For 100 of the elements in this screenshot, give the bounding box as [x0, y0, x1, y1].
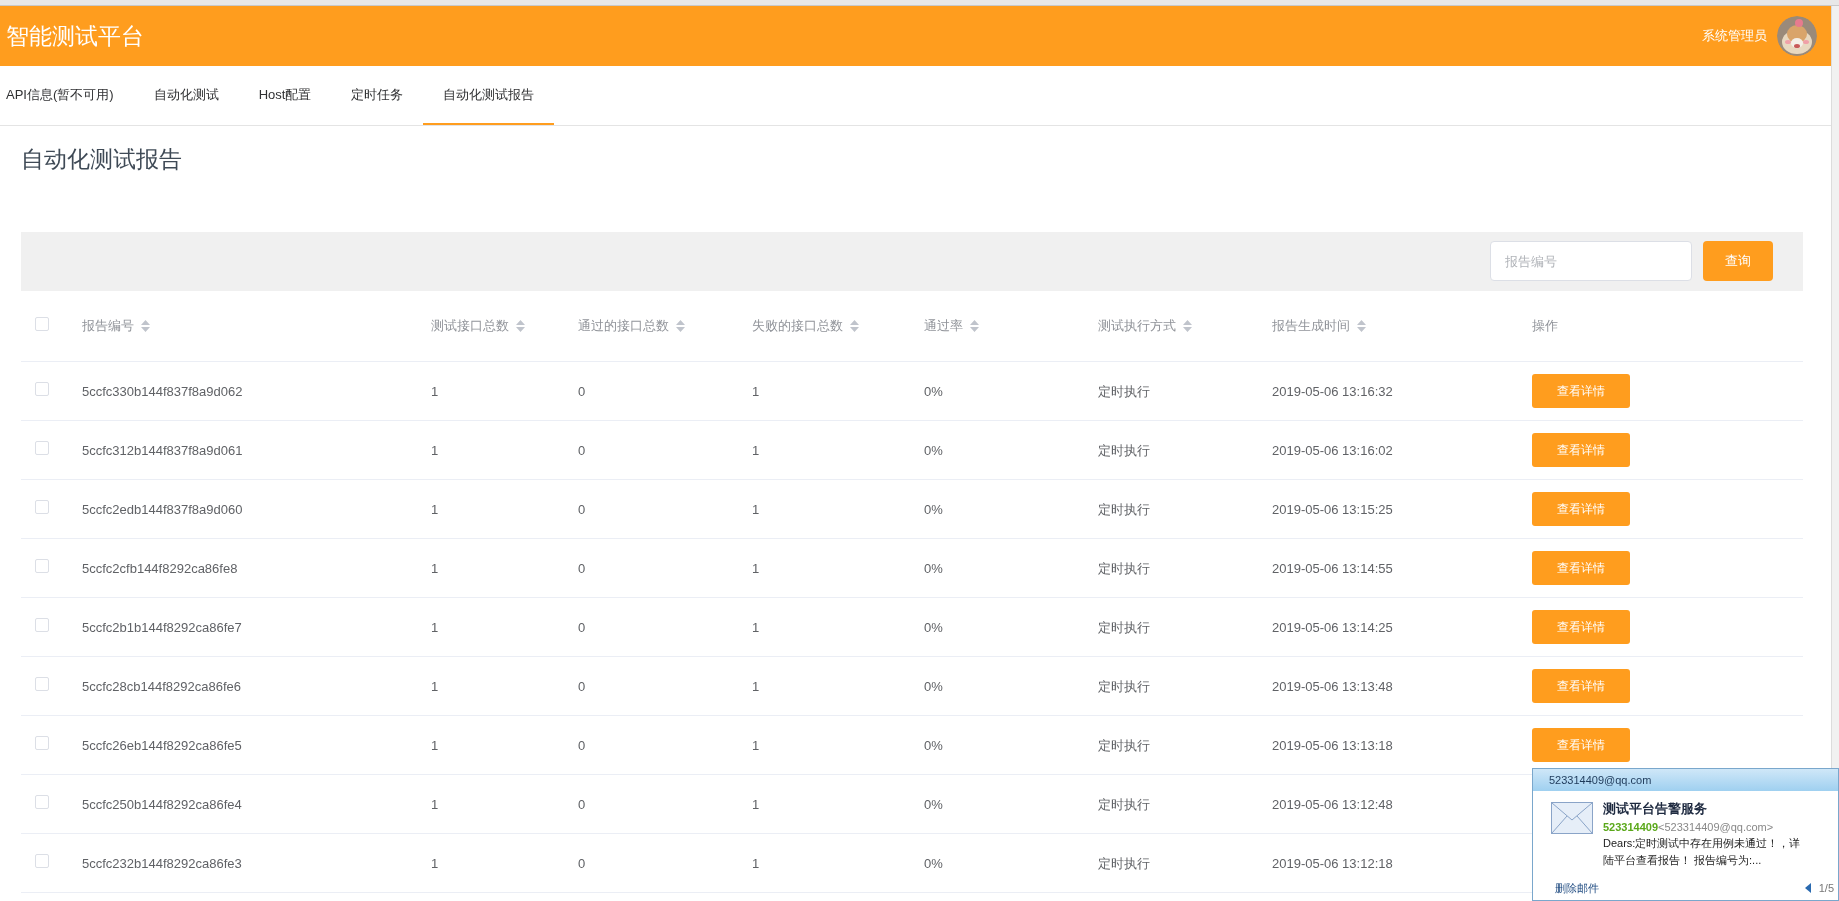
row-checkbox[interactable]: [35, 499, 49, 514]
table-cell: 0: [578, 501, 586, 517]
mail-subject: 测试平台告警服务: [1603, 800, 1708, 818]
view-details-button[interactable]: 查看详情: [1532, 432, 1630, 467]
sort-icon[interactable]: [970, 319, 979, 332]
delete-mail-link[interactable]: 删除邮件: [1555, 879, 1599, 897]
search-button[interactable]: 查询: [1703, 241, 1773, 281]
table-cell: 定时执行: [1098, 619, 1150, 635]
table-cell: 1: [431, 737, 439, 753]
row-checkbox[interactable]: [35, 440, 49, 455]
nav-tab[interactable]: 定时任务: [331, 66, 424, 125]
table-cell: 1: [752, 442, 760, 458]
account-label: 523314409@qq.com: [1549, 772, 1652, 788]
table-cell: 1: [431, 678, 439, 694]
table-cell: 1: [431, 442, 439, 458]
column-header[interactable]: 报告编号: [82, 315, 150, 336]
table-cell: 0: [578, 737, 586, 753]
view-details-button[interactable]: 查看详情: [1532, 727, 1630, 762]
row-checkbox[interactable]: [35, 617, 49, 632]
envelope-icon: [1551, 802, 1593, 834]
row-checkbox[interactable]: [35, 316, 49, 331]
column-header[interactable]: 测试执行方式: [1098, 315, 1192, 336]
table-cell: 0%: [924, 501, 943, 517]
table-cell: 5ccfc2cfb144f8292ca86fe8: [82, 560, 238, 576]
column-header[interactable]: 通过的接口总数: [578, 315, 685, 336]
table-cell: 5ccfc26eb144f8292ca86fe5: [82, 737, 242, 753]
view-details-button[interactable]: 查看详情: [1532, 491, 1630, 526]
row-checkbox[interactable]: [35, 558, 49, 573]
row-checkbox[interactable]: [35, 381, 49, 396]
nav-tab[interactable]: 自动化测试报告: [423, 66, 555, 125]
table-cell: 1: [752, 737, 760, 753]
sort-icon[interactable]: [1183, 319, 1192, 332]
previous-icon[interactable]: [1804, 883, 1811, 893]
view-details-button[interactable]: 查看详情: [1532, 609, 1630, 644]
table-cell: 定时执行: [1098, 442, 1150, 458]
column-header[interactable]: 通过率: [924, 315, 979, 336]
sort-icon[interactable]: [516, 319, 525, 332]
sort-icon[interactable]: [141, 319, 150, 332]
column-header[interactable]: 报告生成时间: [1272, 315, 1366, 336]
table-cell: 0: [578, 560, 586, 576]
table-cell: 定时执行: [1098, 678, 1150, 694]
table-cell: 5ccfc330b144f837f8a9d062: [82, 383, 243, 399]
table-cell: 2019-05-06 13:16:32: [1272, 383, 1393, 399]
table-cell: 1: [752, 501, 760, 517]
mail-preview-line: 陆平台查看报告！ 报告编号为:...: [1603, 853, 1763, 868]
table-cell: 0%: [924, 737, 943, 753]
table-cell: 0: [578, 855, 586, 871]
table-cell: 定时执行: [1098, 560, 1150, 576]
table-cell: 1: [752, 796, 760, 812]
table-cell: 2019-05-06 13:13:18: [1272, 737, 1393, 753]
table-cell: 1: [752, 383, 760, 399]
table-cell: 0%: [924, 383, 943, 399]
table-cell: 2019-05-06 13:14:55: [1272, 560, 1393, 576]
table-cell: 定时执行: [1098, 855, 1150, 871]
table-cell: 2019-05-06 13:15:25: [1272, 501, 1393, 517]
table-cell: 2019-05-06 13:12:48: [1272, 796, 1393, 812]
sort-icon[interactable]: [1357, 319, 1366, 332]
search-field[interactable]: 报告编号: [1490, 241, 1692, 281]
table-cell: 2019-05-06 13:14:25: [1272, 619, 1393, 635]
table-cell: 0%: [924, 796, 943, 812]
sort-icon[interactable]: [676, 319, 685, 332]
table-cell: 2019-05-06 13:16:02: [1272, 442, 1393, 458]
table-cell: 定时执行: [1098, 737, 1150, 753]
table-cell: 1: [431, 560, 439, 576]
table-cell: 1: [752, 560, 760, 576]
table-cell: 1: [752, 678, 760, 694]
table-cell: 2019-05-06 13:12:18: [1272, 855, 1393, 871]
table-cell: 0%: [924, 678, 943, 694]
nav-tab[interactable]: API信息(暂不可用): [0, 66, 134, 125]
table-cell: 0: [578, 442, 586, 458]
page-title: 自动化测试报告: [21, 145, 183, 174]
table-cell: 定时执行: [1098, 796, 1150, 812]
table-cell: 1: [431, 383, 439, 399]
view-details-button[interactable]: 查看详情: [1532, 373, 1630, 408]
table-cell: 5ccfc250b144f8292ca86fe4: [82, 796, 242, 812]
column-header: 操作: [1532, 316, 1558, 335]
table-cell: 0%: [924, 855, 943, 871]
row-checkbox[interactable]: [35, 853, 49, 868]
sender-name: 523314409: [1603, 819, 1659, 835]
table-cell: 5ccfc28cb144f8292ca86fe6: [82, 678, 241, 694]
sort-icon[interactable]: [850, 319, 859, 332]
view-details-button[interactable]: 查看详情: [1532, 550, 1630, 585]
column-header[interactable]: 测试接口总数: [431, 315, 525, 336]
table-cell: 定时执行: [1098, 501, 1150, 517]
column-header[interactable]: 失败的接口总数: [752, 315, 859, 336]
table-cell: 0: [578, 619, 586, 635]
table-cell: 0: [578, 678, 586, 694]
row-checkbox[interactable]: [35, 794, 49, 809]
view-details-button[interactable]: 查看详情: [1532, 668, 1630, 703]
row-checkbox[interactable]: [35, 676, 49, 691]
nav-tab[interactable]: 自动化测试: [133, 66, 239, 125]
row-checkbox[interactable]: [35, 735, 49, 750]
table-cell: 5ccfc312b144f837f8a9d061: [82, 442, 243, 458]
table-cell: 0%: [924, 442, 943, 458]
table-cell: 1: [431, 855, 439, 871]
table-cell: 5ccfc2b1b144f8292ca86fe7: [82, 619, 242, 635]
nav-tab[interactable]: Host配置: [238, 66, 332, 125]
table-cell: 0%: [924, 619, 943, 635]
user-name[interactable]: 系统管理员: [1702, 26, 1767, 46]
table-cell: 0: [578, 383, 586, 399]
